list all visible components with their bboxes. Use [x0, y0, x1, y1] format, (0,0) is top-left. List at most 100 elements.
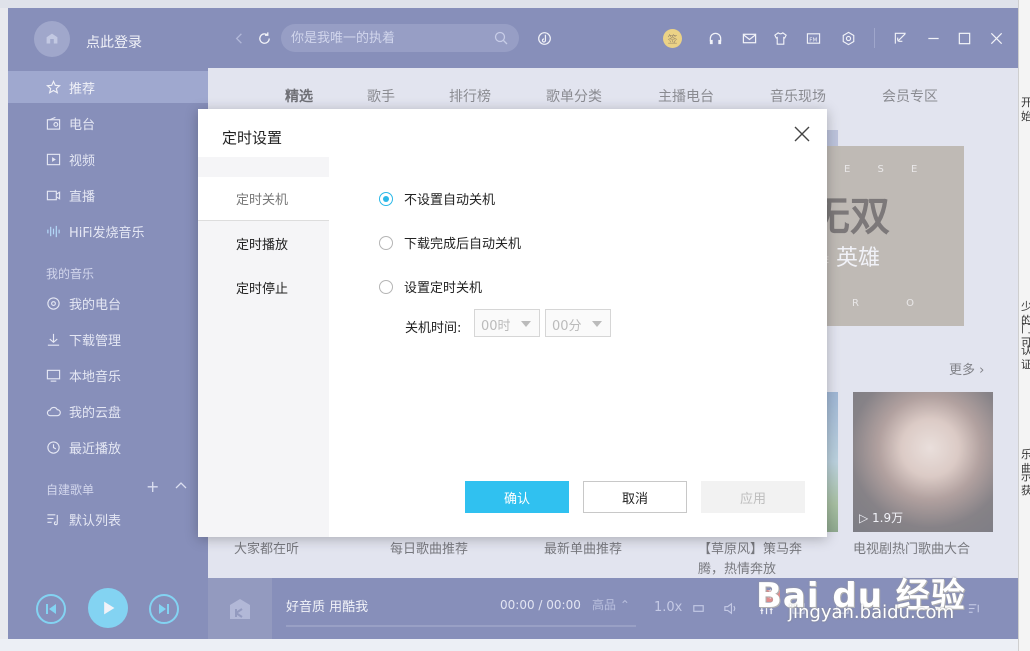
card-caption[interactable]: 大家都在听: [234, 540, 299, 560]
playback-speed[interactable]: 1.0x: [654, 600, 682, 615]
option-no-auto-shutdown[interactable]: 不设置自动关机: [379, 189, 495, 208]
equalizer-icon[interactable]: [758, 600, 774, 616]
sidebar-item-recommend[interactable]: 推荐: [8, 71, 208, 103]
card-caption[interactable]: 最新单曲推荐: [544, 540, 622, 560]
search-box[interactable]: [281, 24, 519, 52]
skin-shirt-icon[interactable]: [771, 29, 789, 47]
timer-settings-dialog: 定时设置 定时关机 定时播放 定时停止 不设置自动关机 下载完成后自动关机 设置…: [198, 109, 827, 537]
playlist-card-cover[interactable]: ▷ 1.9万: [853, 392, 993, 532]
fm-icon[interactable]: FM: [804, 29, 822, 47]
add-playlist-icon[interactable]: +: [146, 477, 159, 496]
desktop-text-fragment: 认证: [1021, 344, 1030, 371]
sidebar-item-label: 本地音乐: [69, 369, 122, 385]
share-icon[interactable]: [834, 600, 850, 616]
playback-time: 00:00 / 00:00: [500, 598, 581, 612]
close-window-icon[interactable]: [987, 29, 1005, 47]
star-icon: [44, 78, 62, 96]
settings-gear-icon[interactable]: [839, 29, 857, 47]
tab-anchor-radio[interactable]: 主播电台: [658, 86, 714, 106]
sidebar-item-recent[interactable]: 最近播放: [8, 431, 208, 463]
mini-mode-icon[interactable]: [891, 29, 909, 47]
play-button[interactable]: [88, 588, 128, 628]
cancel-button[interactable]: 取消: [583, 481, 687, 513]
minute-value: 00分: [552, 319, 582, 334]
chevron-down-icon: [521, 321, 531, 327]
user-area[interactable]: 点此登录: [8, 8, 208, 68]
chevron-down-icon: [592, 321, 602, 327]
avatar[interactable]: [34, 21, 70, 57]
refresh-icon[interactable]: [255, 29, 273, 47]
music-recognize-icon[interactable]: [535, 29, 553, 47]
option-timed-shutdown[interactable]: 设置定时关机: [379, 277, 482, 296]
playlist-queue-icon[interactable]: [966, 600, 982, 616]
mail-icon[interactable]: [740, 29, 758, 47]
desktop-text-fragment: 示获: [1021, 470, 1030, 497]
tab-singers[interactable]: 歌手: [367, 86, 395, 106]
sidebar-item-label: HiFi发烧音乐: [69, 225, 145, 241]
card-caption[interactable]: 每日歌曲推荐: [390, 540, 468, 560]
radio-button[interactable]: [379, 191, 393, 206]
category-tabs: 精选 歌手 排行榜 歌单分类 主播电台 音乐现场 会员专区: [208, 68, 1018, 108]
sign-in-badge-icon[interactable]: 签: [663, 29, 682, 48]
volume-icon[interactable]: [722, 600, 738, 616]
shutdown-time-label: 关机时间:: [405, 321, 462, 336]
back-icon[interactable]: [230, 29, 248, 47]
maximize-icon[interactable]: [955, 29, 973, 47]
sidebar-item-video[interactable]: 视频: [8, 143, 208, 175]
minimize-icon[interactable]: [924, 29, 942, 47]
lyrics-icon[interactable]: [790, 600, 806, 616]
sidebar-item-cloud[interactable]: 我的云盘: [8, 395, 208, 427]
radio-button[interactable]: [379, 235, 393, 250]
quality-selector[interactable]: 高品 ⌃: [592, 596, 630, 613]
card-caption[interactable]: 电视剧热门歌曲大合: [853, 540, 993, 560]
tab-timed-shutdown[interactable]: 定时关机: [198, 177, 329, 221]
tab-vip-zone[interactable]: 会员专区: [882, 86, 938, 106]
album-cover[interactable]: [208, 578, 272, 639]
svg-text:FM: FM: [809, 37, 817, 43]
tab-featured[interactable]: 精选: [285, 86, 313, 106]
search-input[interactable]: [291, 29, 491, 47]
sidebar-item-local[interactable]: 本地音乐: [8, 359, 208, 391]
option-label: 不设置自动关机: [404, 193, 496, 208]
desktop-right-strip: 开始 少的 门可 认证 乐曲 示获: [1018, 0, 1030, 651]
hour-value: 00时: [481, 319, 511, 334]
sidebar-item-label: 我的电台: [69, 297, 122, 313]
sidebar-item-live[interactable]: 直播: [8, 179, 208, 211]
radio-button[interactable]: [379, 279, 393, 294]
previous-button[interactable]: [36, 594, 66, 624]
sidebar-item-label: 下载管理: [69, 333, 122, 349]
sidebar-item-download[interactable]: 下载管理: [8, 323, 208, 355]
tab-timed-stop[interactable]: 定时停止: [198, 265, 329, 309]
tab-charts[interactable]: 排行榜: [449, 86, 491, 106]
sidebar: 点此登录 推荐 电台 视频 直播 HiFi发烧音乐 我的音乐 我的电台 下载管理…: [8, 8, 208, 578]
sidebar-item-radio[interactable]: 电台: [8, 107, 208, 139]
next-button[interactable]: [149, 594, 179, 624]
sidebar-item-my-radio[interactable]: 我的电台: [8, 287, 208, 319]
card-caption[interactable]: 【草原风】策马奔腾，热情奔放: [698, 540, 822, 580]
previous-icon: [46, 604, 56, 614]
close-icon[interactable]: [793, 125, 813, 145]
monitor-icon: [44, 366, 62, 384]
progress-bar[interactable]: [286, 625, 636, 627]
sidebar-item-label: 直播: [69, 189, 96, 205]
headphones-icon[interactable]: [706, 29, 724, 47]
option-shutdown-after-download[interactable]: 下载完成后自动关机: [379, 233, 521, 252]
tab-live-shows[interactable]: 音乐现场: [770, 86, 826, 106]
desktop-top-strip: [0, 0, 1030, 8]
sidebar-item-default-playlist[interactable]: 默认列表: [8, 503, 208, 535]
sidebar-item-label: 推荐: [69, 81, 96, 97]
hour-select[interactable]: 00时: [474, 309, 540, 337]
more-link[interactable]: 更多 ›: [949, 359, 984, 378]
promo-banner[interactable]: E S E 无双 SSE 英雄 R O: [808, 146, 964, 326]
play-icon: [104, 601, 115, 615]
search-icon[interactable]: [493, 30, 509, 46]
collapse-chevron-icon[interactable]: [174, 478, 188, 497]
tab-playlist-categories[interactable]: 歌单分类: [546, 86, 602, 106]
tab-timed-play[interactable]: 定时播放: [198, 221, 329, 265]
login-link[interactable]: 点此登录: [86, 32, 142, 52]
confirm-button[interactable]: 确认: [465, 481, 569, 513]
minute-select[interactable]: 00分: [545, 309, 611, 337]
loop-mode-icon[interactable]: [690, 600, 706, 616]
sidebar-item-hifi[interactable]: HiFi发烧音乐: [8, 215, 208, 247]
apply-button[interactable]: 应用: [701, 481, 805, 513]
